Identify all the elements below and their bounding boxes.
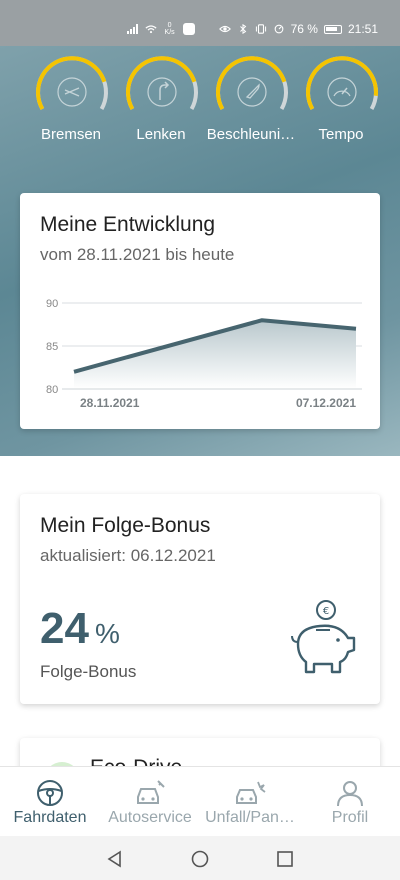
home-icon[interactable] [190,850,210,873]
vibrate-icon [255,24,266,34]
bonus-subtitle: aktualisiert: 06.12.2021 [40,546,216,565]
nav-profil[interactable]: Profil [300,767,400,836]
development-title: Meine Entwicklung [40,213,216,236]
chart-x-tick-label: 28.11.2021 [80,396,140,410]
gauge-ring [126,56,198,110]
gauge-label: Tempo [318,126,364,143]
svg-text:€: € [323,606,329,617]
development-chart: 80 85 90 28.11.2021 07.12.2021 [46,298,362,410]
chart-x-tick-label: 07.12.2021 [296,396,356,410]
eye-icon [218,25,231,33]
battery-percent: 76 % [290,22,318,36]
wifi-icon [145,25,157,34]
chart-area [74,320,356,389]
back-icon[interactable] [106,850,124,873]
signal-icon [126,24,138,34]
battery-icon [323,24,342,34]
bottom-navigation: Fahrdaten Autoservice Unfall/Pan… Profil [0,766,400,836]
gauge-acceleration[interactable]: Beschleuni… [206,54,296,154]
status-icons: 0 K/s 76 % 21:51 [126,22,378,36]
nav-unfall-panne[interactable]: Unfall/Pan… [200,767,300,836]
bluetooth-icon [239,24,246,34]
chart-y-tick-label: 80 [46,384,58,396]
nav-fahrdaten[interactable]: Fahrdaten [0,767,100,836]
pocket-app-icon [182,23,195,35]
chart-y-tick-label: 85 [46,341,58,353]
speedometer-icon [327,77,357,107]
bonus-label: Folge-Bonus [40,662,137,681]
gauge-ring [306,56,378,110]
bonus-title: Mein Folge-Bonus [40,514,211,537]
gauge-speed[interactable]: Tempo [296,54,386,154]
data-saver-icon [274,24,283,34]
car-crash-icon [236,781,266,804]
piggy-bank-icon: € [291,600,356,674]
bonus-card[interactable]: Mein Folge-Bonus aktualisiert: 06.12.202… [20,494,380,704]
hero-section: Bremsen Lenken Beschleuni… Tempo Meine E… [0,46,400,456]
development-card[interactable]: Meine Entwicklung vom 28.11.2021 bis heu… [20,193,380,429]
network-speed: 0 K/s [164,22,175,36]
car-service-icon [137,780,165,804]
recents-icon[interactable] [276,850,294,873]
gauge-ring [216,56,288,110]
clock: 21:51 [347,22,378,36]
system-navigation-bar [0,836,400,880]
brake-icon [57,77,87,107]
status-bar: 0 K/s 76 % 21:51 [0,0,400,46]
development-subtitle: vom 28.11.2021 bis heute [40,245,235,264]
chart-y-tick-label: 90 [46,298,58,310]
nav-autoservice[interactable]: Autoservice [100,767,200,836]
gauge-steering[interactable]: Lenken [116,54,206,154]
gauge-brakes[interactable]: Bremsen [26,54,116,154]
bonus-value: 24% [40,604,120,653]
steering-icon [147,77,177,107]
person-icon [337,781,363,807]
driving-gauges: Bremsen Lenken Beschleuni… Tempo [0,54,400,154]
gauge-ring [36,56,108,110]
steering-wheel-icon [37,780,63,806]
